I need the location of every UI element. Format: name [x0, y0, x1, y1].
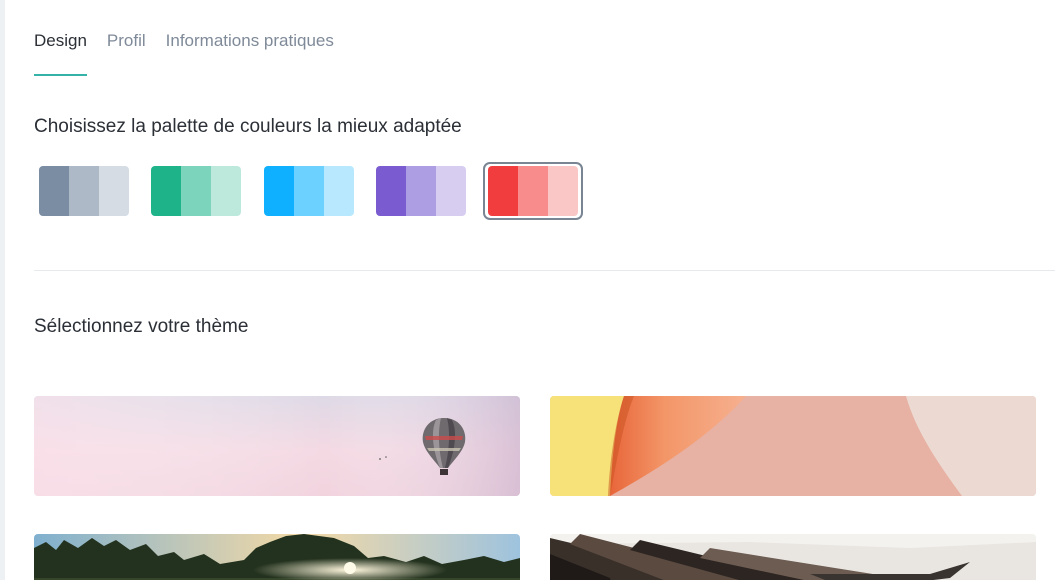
swatch-dark	[264, 166, 294, 216]
tab-design[interactable]: Design	[34, 30, 87, 76]
swatch-dark	[151, 166, 181, 216]
palette-swatches	[488, 166, 578, 216]
section-divider	[34, 270, 1055, 271]
swatch-medium	[69, 166, 99, 216]
palette-option-vert[interactable]	[146, 162, 246, 220]
palette-swatches	[39, 166, 129, 216]
tab-informations-pratiques[interactable]: Informations pratiques	[166, 30, 334, 76]
theme-section-title: Sélectionnez votre thème	[34, 316, 249, 337]
palette-list	[34, 162, 594, 220]
palette-swatches	[376, 166, 466, 216]
paper-curves-image	[550, 396, 1036, 496]
swatch-light	[324, 166, 354, 216]
swatch-light	[211, 166, 241, 216]
left-rail	[0, 0, 5, 580]
theme-card-forest-sunset[interactable]	[34, 534, 520, 580]
swatch-dark	[376, 166, 406, 216]
swatch-medium	[518, 166, 548, 216]
swatch-medium	[294, 166, 324, 216]
palette-option-gris[interactable]	[34, 162, 134, 220]
palette-option-rouge[interactable]	[483, 162, 583, 220]
swatch-light	[436, 166, 466, 216]
swatch-medium	[181, 166, 211, 216]
theme-card-paint-brushes[interactable]	[550, 534, 1036, 580]
theme-card-paper-curves[interactable]	[550, 396, 1036, 496]
balloon-sky-image	[34, 396, 520, 496]
palette-option-bleu[interactable]	[259, 162, 359, 220]
forest-sunset-image	[34, 534, 520, 580]
tab-bar: Design Profil Informations pratiques	[34, 30, 354, 76]
tab-profil[interactable]: Profil	[107, 30, 146, 76]
palette-swatches	[151, 166, 241, 216]
swatch-light	[548, 166, 578, 216]
palette-option-violet[interactable]	[371, 162, 471, 220]
palette-swatches	[264, 166, 354, 216]
swatch-dark	[39, 166, 69, 216]
swatch-light	[99, 166, 129, 216]
swatch-dark	[488, 166, 518, 216]
paint-brushes-image	[550, 534, 1036, 580]
swatch-medium	[406, 166, 436, 216]
theme-card-balloon-sky[interactable]	[34, 396, 520, 496]
palette-section-title: Choisissez la palette de couleurs la mie…	[34, 116, 462, 137]
